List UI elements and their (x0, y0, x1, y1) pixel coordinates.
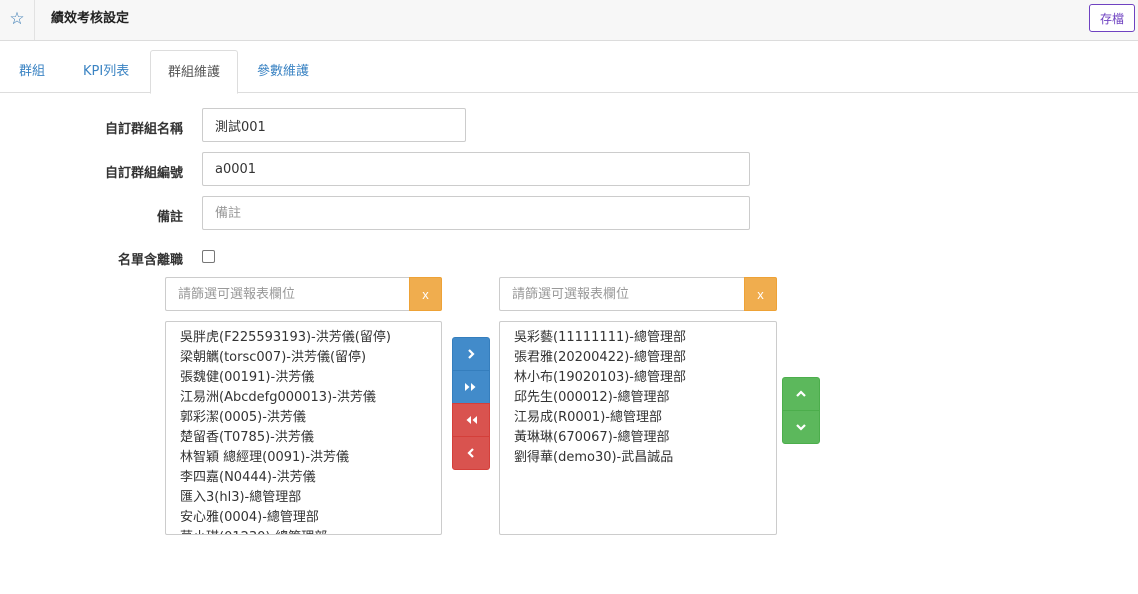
tab-parameter-maintenance[interactable]: 參數維護 (255, 50, 311, 93)
available-filter-input[interactable] (165, 277, 409, 311)
list-item[interactable]: 林小布(19020103)-總管理部 (514, 368, 776, 388)
move-left-button[interactable] (452, 436, 490, 470)
tab-group-maintenance[interactable]: 群組維護 (150, 50, 238, 94)
group-number-label: 自訂群組編號 (104, 166, 183, 181)
available-filter-group: x (165, 277, 442, 311)
chevron-right-icon (468, 349, 475, 359)
move-down-button[interactable] (782, 410, 820, 444)
chevron-down-icon (796, 424, 806, 431)
available-list[interactable]: 吳胖虎(F225593193)-洪芳儀(留停) 梁朝觽(torsc007)-洪芳儀… (165, 321, 442, 535)
group-number-input[interactable] (202, 152, 750, 186)
include-resigned-label: 名單含離職 (117, 253, 183, 268)
double-chevron-left-icon (466, 416, 477, 424)
note-label: 備註 (156, 210, 183, 225)
list-item[interactable]: 梁朝觽(torsc007)-洪芳儀(留停) (180, 348, 441, 368)
double-chevron-right-icon (465, 383, 476, 391)
list-item[interactable]: 吳胖虎(F225593193)-洪芳儀(留停) (180, 328, 441, 348)
move-all-left-button[interactable] (452, 403, 490, 437)
list-item[interactable]: 張君雅(20200422)-總管理部 (514, 348, 776, 368)
selected-list[interactable]: 吳彩藝(11111111)-總管理部 張君雅(20200422)-總管理部 林小布(… (499, 321, 777, 535)
list-item[interactable]: 劉得華(demo30)-武昌誠品 (514, 448, 776, 468)
available-filter-clear-button[interactable]: x (409, 277, 442, 311)
group-name-input[interactable] (202, 108, 466, 142)
list-item[interactable]: 匯入3(hl3)-總管理部 (180, 488, 441, 508)
page-title: 績效考核設定 (51, 11, 130, 26)
selected-filter-clear-button[interactable]: x (744, 277, 777, 311)
star-icon[interactable]: ☆ (0, 0, 35, 40)
list-item[interactable]: 林智穎 總經理(0091)-洪芳儀 (180, 448, 441, 468)
page-header: ☆ 績效考核設定 存檔 (0, 0, 1138, 41)
move-all-right-button[interactable] (452, 370, 490, 404)
save-button[interactable]: 存檔 (1089, 4, 1135, 32)
selected-filter-group: x (499, 277, 777, 311)
tab-bar: 群組 KPI列表 群組維護 參數維護 (0, 50, 1138, 94)
chevron-up-icon (796, 390, 806, 397)
include-resigned-checkbox[interactable] (202, 250, 215, 263)
move-up-button[interactable] (782, 377, 820, 411)
list-item[interactable]: 郭彩潔(0005)-洪芳儀 (180, 408, 441, 428)
list-item[interactable]: 安心雅(0004)-總管理部 (180, 508, 441, 528)
move-right-button[interactable] (452, 337, 490, 371)
group-name-label: 自訂群組名稱 (104, 122, 183, 137)
chevron-left-icon (467, 448, 474, 458)
list-item[interactable]: 江易洲(Abcdefg000013)-洪芳儀 (180, 388, 441, 408)
list-item[interactable]: 李四嘉(N0444)-洪芳儀 (180, 468, 441, 488)
list-item[interactable]: 莫小琪(01230)-總管理部 (180, 528, 441, 534)
note-input[interactable] (202, 196, 750, 230)
list-item[interactable]: 江易成(R0001)-總管理部 (514, 408, 776, 428)
selected-filter-input[interactable] (499, 277, 744, 311)
list-item[interactable]: 楚留香(T0785)-洪芳儀 (180, 428, 441, 448)
tab-groups[interactable]: 群組 (17, 50, 47, 93)
list-item[interactable]: 吳彩藝(11111111)-總管理部 (514, 328, 776, 348)
list-item[interactable]: 邱先生(000012)-總管理部 (514, 388, 776, 408)
list-item[interactable]: 黃琳琳(670067)-總管理部 (514, 428, 776, 448)
list-item[interactable]: 張魏健(00191)-洪芳儀 (180, 368, 441, 388)
tab-kpi-list[interactable]: KPI列表 (81, 50, 131, 93)
